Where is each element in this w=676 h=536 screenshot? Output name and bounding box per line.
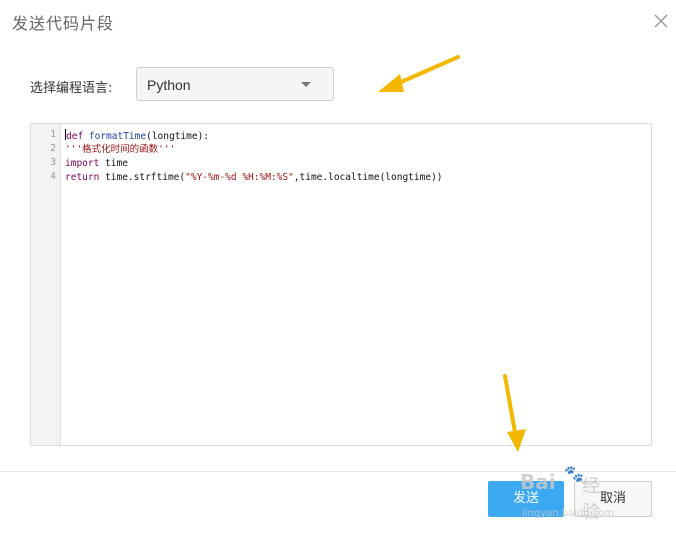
code-token: '''格式化时间的函数''' — [65, 144, 176, 155]
send-code-dialog: 发送代码片段 选择编程语言: Python 1 2 3 4 def format… — [0, 0, 676, 536]
code-line[interactable]: import time — [65, 157, 647, 171]
close-icon[interactable] — [652, 12, 670, 30]
code-token: def — [66, 131, 89, 142]
code-line[interactable]: '''格式化时间的函数''' — [65, 143, 647, 157]
chevron-down-icon — [301, 82, 311, 87]
dialog-title: 发送代码片段 — [12, 14, 115, 33]
line-number: 2 — [50, 143, 56, 154]
code-token: ,time.localtime(longtime)) — [293, 172, 443, 183]
language-select[interactable]: Python — [136, 67, 334, 101]
code-token: (longtime): — [146, 131, 210, 142]
code-token: time.strftime( — [105, 172, 186, 183]
code-line[interactable]: return time.strftime("%Y-%m-%d %H:%M:%S"… — [65, 171, 647, 185]
language-label: 选择编程语言: — [30, 81, 113, 96]
code-content[interactable]: def formatTime(longtime): '''格式化时间的函数''' i… — [65, 129, 647, 185]
code-token: import — [65, 158, 106, 169]
line-number-gutter: 1 2 3 4 — [31, 124, 61, 445]
arrow-icon — [378, 55, 460, 92]
code-token: time — [105, 158, 128, 169]
watermark-url: jingyan.baidu.com — [522, 508, 615, 519]
line-number: 1 — [50, 129, 56, 140]
line-number: 4 — [50, 171, 56, 182]
line-number: 3 — [50, 157, 56, 168]
code-token: "%Y-%m-%d %H:%M:%S" — [185, 172, 294, 183]
code-token: formatTime — [88, 131, 147, 142]
watermark-brand: Bai — [520, 470, 556, 494]
paw-icon: 🐾 — [564, 464, 584, 483]
code-editor[interactable]: 1 2 3 4 def formatTime(longtime): '''格式化时… — [30, 123, 652, 446]
language-select-value: Python — [147, 77, 191, 93]
code-token: return — [65, 172, 106, 183]
code-line[interactable]: def formatTime(longtime): — [65, 129, 647, 143]
